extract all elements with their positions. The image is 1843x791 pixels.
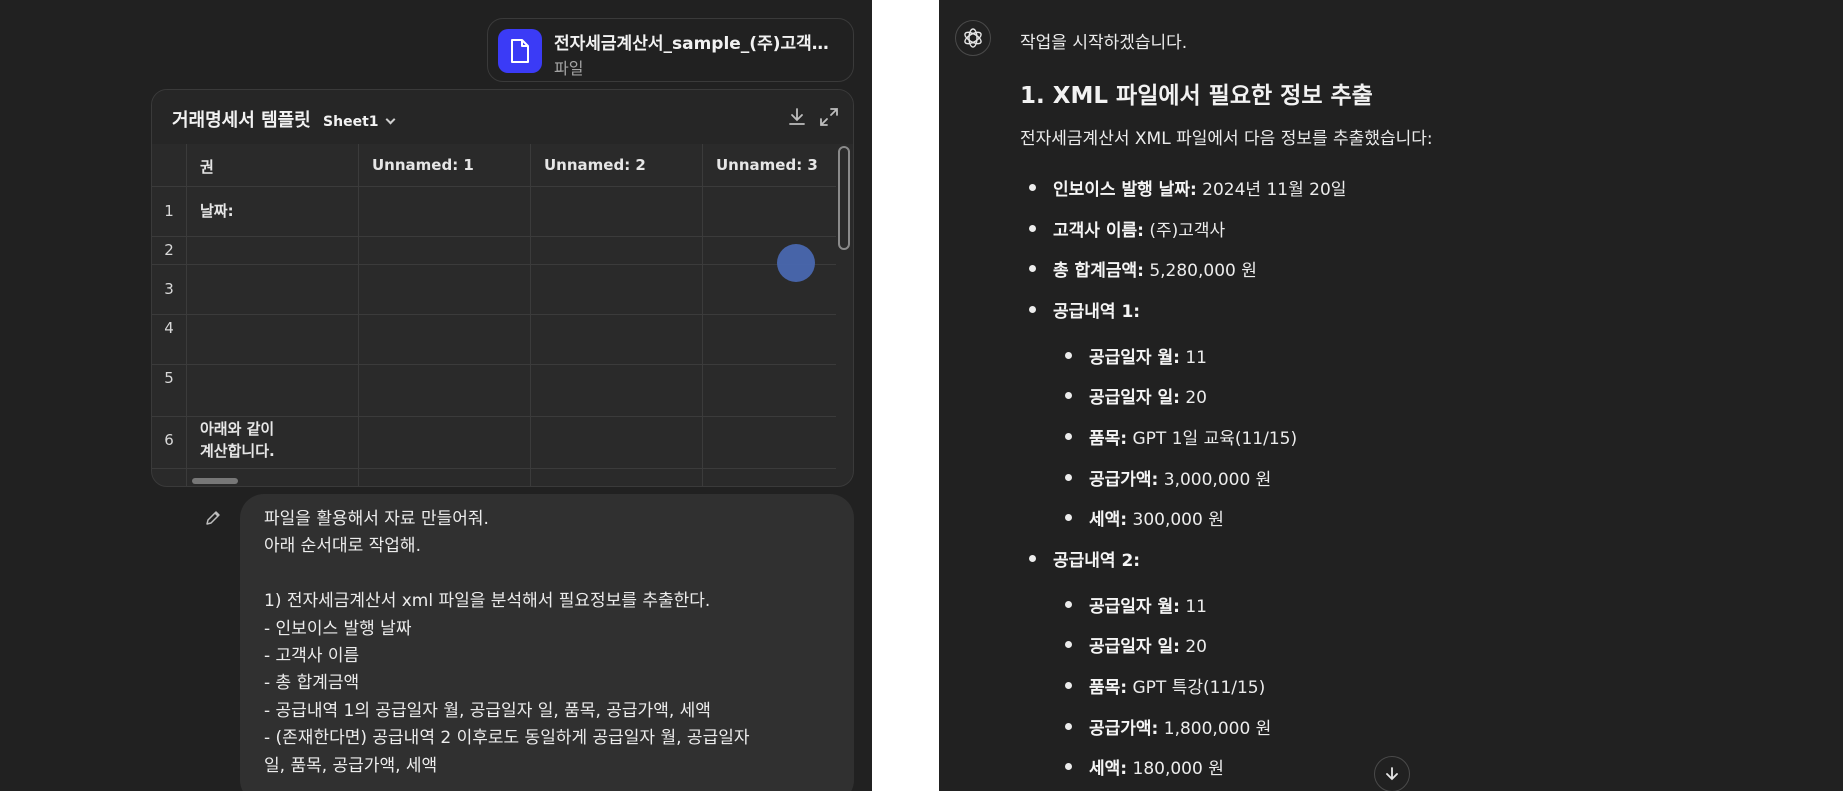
list-item-label: 공급일자 월: — [1089, 348, 1180, 368]
file-name: 전자세금계산서_sample_(주)고객사_2... — [554, 34, 844, 54]
list-item-label: 공급내역 2: — [1053, 551, 1141, 571]
bullet-dot — [1065, 763, 1072, 770]
row-number: 3 — [164, 280, 174, 298]
list-item-value: 5,280,000 원 — [1143, 261, 1257, 281]
row-number: 5 — [164, 369, 174, 387]
right-panel: 작업을 시작하겠습니다. 1. XML 파일에서 필요한 정보 추출 전자세금계… — [939, 0, 1843, 791]
spreadsheet-title-text: 거래명세서 템플릿 — [172, 110, 311, 131]
section-description: 전자세금계산서 XML 파일에서 다음 정보를 추출했습니다: — [1020, 129, 1433, 149]
horizontal-scrollbar[interactable] — [192, 478, 238, 484]
list-item-label: 세액: — [1089, 759, 1128, 779]
list-item-label: 공급일자 일: — [1089, 388, 1180, 408]
list-item: 공급일자 월: 11 — [1089, 343, 1207, 368]
bullet-dot — [1029, 184, 1036, 191]
sheet-selector[interactable]: Sheet1 — [323, 114, 395, 130]
spreadsheet-preview: 거래명세서 템플릿 Sheet1 권 Unnamed: 1 Unnamed: 2… — [151, 89, 854, 487]
spreadsheet-title: 거래명세서 템플릿 Sheet1 — [172, 106, 395, 132]
list-item: 공급일자 월: 11 — [1089, 592, 1207, 617]
list-item-value: (주)고객사 — [1143, 221, 1226, 241]
file-icon — [498, 29, 542, 73]
bullet-dot — [1029, 225, 1036, 232]
bullet-dot — [1065, 433, 1072, 440]
list-item-value: 2024년 11월 20일 — [1196, 180, 1347, 200]
column-header: Unnamed: 3 — [716, 156, 818, 174]
sheet-name: Sheet1 — [323, 114, 379, 130]
list-item-value: 11 — [1179, 348, 1207, 368]
list-item: 총 합계금액: 5,280,000 원 — [1053, 256, 1257, 281]
list-item: 공급일자 일: 20 — [1089, 383, 1207, 408]
list-item-label: 인보이스 발행 날짜: — [1053, 180, 1197, 200]
list-item: 공급가액: 1,800,000 원 — [1089, 714, 1271, 739]
vertical-scrollbar[interactable] — [838, 146, 850, 250]
openai-logo-icon — [955, 20, 991, 56]
bullet-dot — [1065, 352, 1072, 359]
list-item-value: GPT 특강(11/15) — [1127, 678, 1266, 698]
list-item-value: 20 — [1179, 637, 1207, 657]
spreadsheet-grid: 권 Unnamed: 1 Unnamed: 2 Unnamed: 3 1 날짜:… — [152, 144, 836, 486]
list-item: 인보이스 발행 날짜: 2024년 11월 20일 — [1053, 175, 1346, 200]
list-item: 공급가액: 3,000,000 원 — [1089, 465, 1271, 490]
bullet-dot — [1065, 392, 1072, 399]
list-item-value: 180,000 원 — [1127, 759, 1224, 779]
list-item-label: 품목: — [1089, 678, 1128, 698]
list-item-value: 3,000,000 원 — [1158, 470, 1272, 490]
list-item: 공급내역 2: — [1053, 546, 1140, 571]
list-item: 고객사 이름: (주)고객사 — [1053, 216, 1225, 241]
scroll-to-bottom-button[interactable] — [1374, 756, 1410, 791]
row-number: 2 — [164, 241, 174, 259]
list-item-label: 공급내역 1: — [1053, 302, 1141, 322]
spreadsheet-header: 거래명세서 템플릿 Sheet1 — [152, 90, 853, 144]
row-number: 4 — [164, 319, 174, 337]
bullet-dot — [1029, 265, 1036, 272]
bullet-dot — [1065, 601, 1072, 608]
user-message-text: 파일을 활용해서 자료 만들어줘. 아래 순서대로 작업해. 1) 전자세금계산… — [264, 509, 750, 776]
arrow-down-icon — [1386, 767, 1398, 781]
list-item-label: 공급가액: — [1089, 470, 1159, 490]
bullet-dot — [1029, 306, 1036, 313]
list-item: 공급내역 1: — [1053, 297, 1140, 322]
section-heading: 1. XML 파일에서 필요한 정보 추출 — [1020, 83, 1373, 109]
assistant-intro: 작업을 시작하겠습니다. — [1020, 33, 1188, 53]
pointer-cursor — [777, 244, 815, 282]
cell-value: 아래와 같이 계산합니다. — [200, 420, 275, 460]
list-item: 세액: 300,000 원 — [1089, 505, 1224, 530]
bullet-dot — [1065, 682, 1072, 689]
list-item-label: 공급일자 월: — [1089, 597, 1180, 617]
edit-pencil-icon[interactable] — [204, 509, 222, 527]
bullet-dot — [1065, 514, 1072, 521]
download-icon[interactable] — [786, 106, 808, 128]
user-message-bubble: 파일을 활용해서 자료 만들어줘. 아래 순서대로 작업해. 1) 전자세금계산… — [240, 494, 854, 791]
bullet-dot — [1065, 723, 1072, 730]
list-item-value: 1,800,000 원 — [1158, 719, 1272, 739]
row-number: 1 — [164, 202, 174, 220]
column-header: Unnamed: 2 — [544, 156, 646, 174]
list-item-label: 공급가액: — [1089, 719, 1159, 739]
list-item-value: GPT 1일 교육(11/15) — [1127, 429, 1298, 449]
list-item-value: 20 — [1179, 388, 1207, 408]
list-item-label: 공급일자 일: — [1089, 637, 1180, 657]
list-item: 공급일자 일: 20 — [1089, 632, 1207, 657]
file-attachment[interactable]: 전자세금계산서_sample_(주)고객사_2... 파일 — [487, 18, 854, 82]
bullet-dot — [1065, 474, 1072, 481]
bullet-dot — [1029, 555, 1036, 562]
column-header: 권 — [200, 158, 214, 176]
list-item-label: 품목: — [1089, 429, 1128, 449]
expand-icon[interactable] — [818, 106, 840, 128]
list-item: 품목: GPT 특강(11/15) — [1089, 673, 1265, 698]
list-item-label: 고객사 이름: — [1053, 221, 1144, 241]
list-item-label: 총 합계금액: — [1053, 261, 1144, 281]
file-type: 파일 — [554, 59, 584, 78]
list-item-label: 세액: — [1089, 510, 1128, 530]
cell-value: 날짜: — [200, 202, 234, 220]
chevron-down-icon — [385, 114, 395, 125]
list-item: 세액: 180,000 원 — [1089, 754, 1224, 779]
list-item: 품목: GPT 1일 교육(11/15) — [1089, 424, 1297, 449]
bullet-dot — [1065, 641, 1072, 648]
left-panel: 전자세금계산서_sample_(주)고객사_2... 파일 거래명세서 템플릿 … — [0, 0, 872, 791]
list-item-value: 300,000 원 — [1127, 510, 1224, 530]
list-item-value: 11 — [1179, 597, 1207, 617]
row-number: 6 — [164, 431, 174, 449]
column-header: Unnamed: 1 — [372, 156, 474, 174]
